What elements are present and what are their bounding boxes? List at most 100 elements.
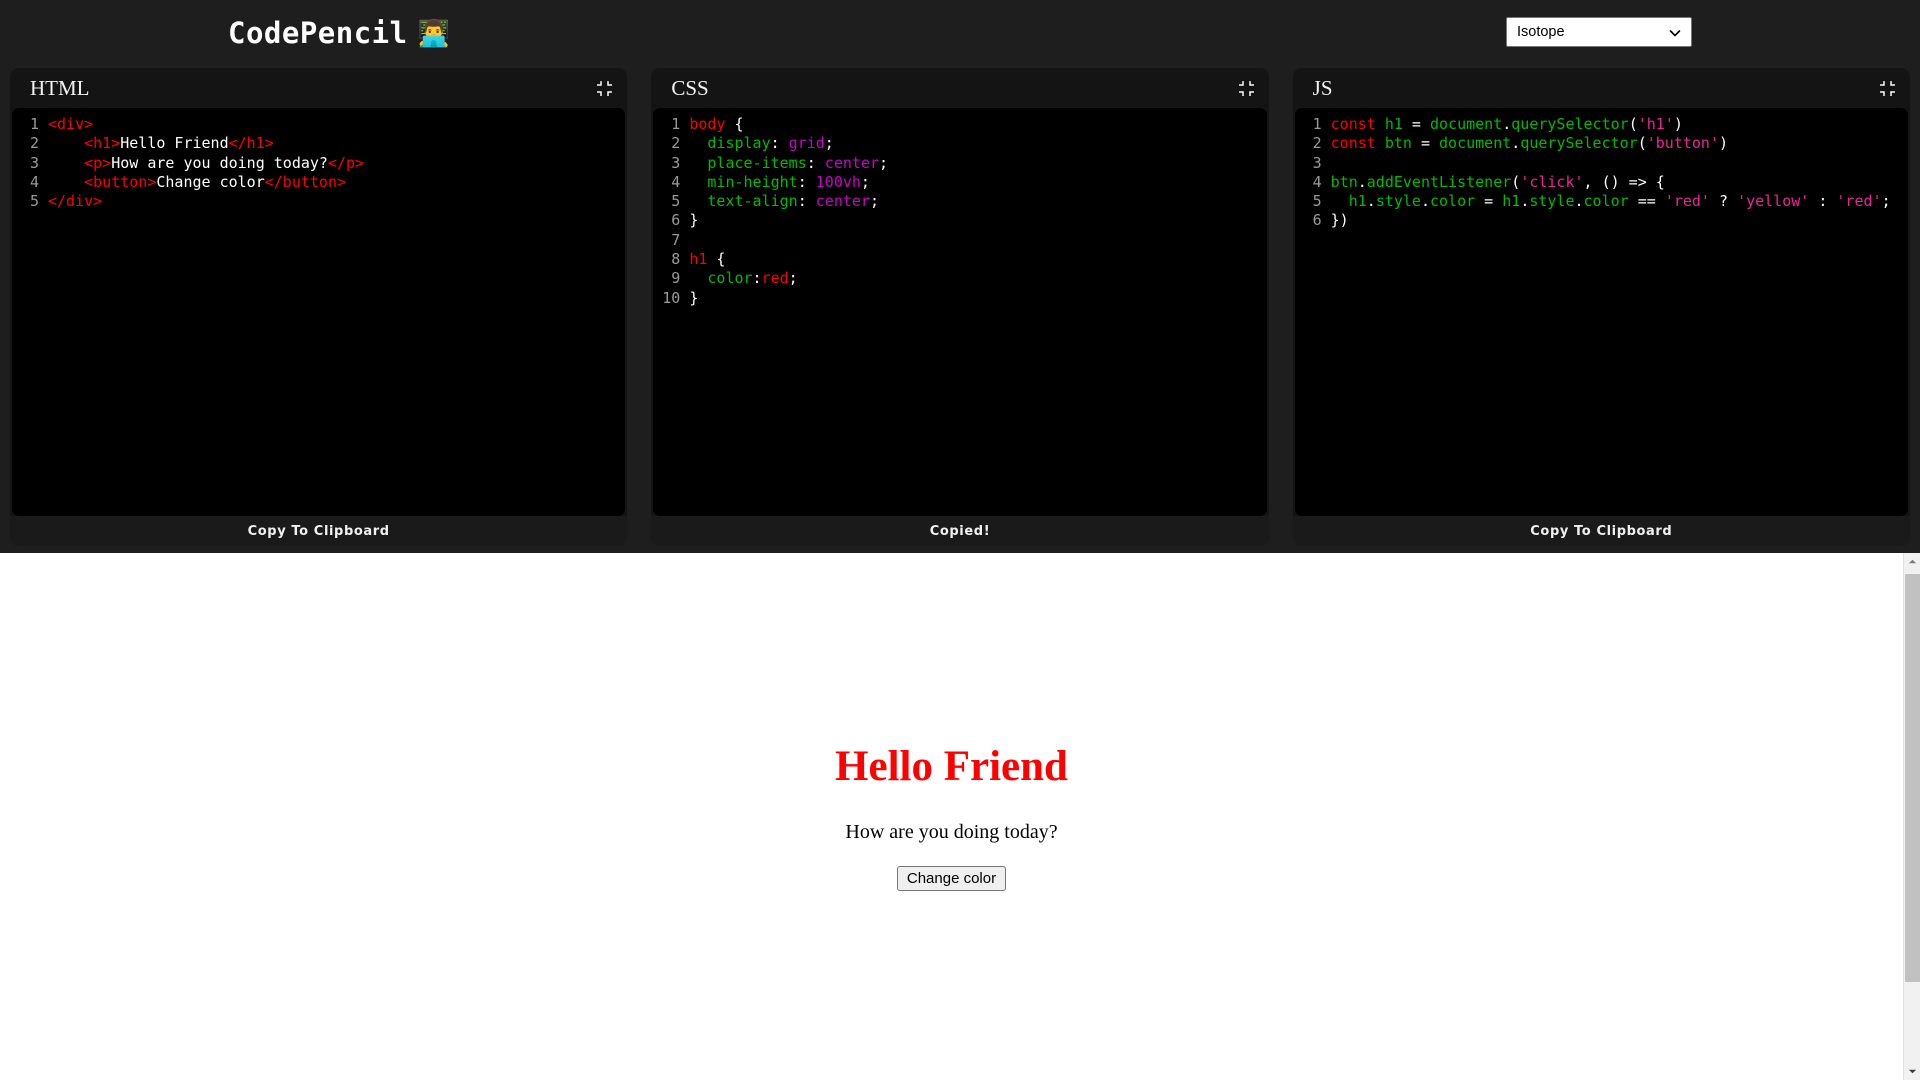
line-content: btn.addEventListener('click', () => { xyxy=(1331,173,1665,192)
line-number: 10 xyxy=(662,288,681,307)
panel-header-html: HTML xyxy=(10,68,628,108)
preview-heading: Hello Friend xyxy=(835,743,1068,790)
line-number: 3 xyxy=(1312,153,1322,172)
code-token: h1 xyxy=(689,250,708,269)
code-token: </h1> xyxy=(228,134,274,153)
code-editor-js[interactable]: 1 const h1 = document.querySelector('h1')… xyxy=(1294,108,1908,516)
panel-title-html: HTML xyxy=(30,75,90,100)
code-line: 8 h1 { xyxy=(653,250,1266,269)
line-content: const btn = document.querySelector('butt… xyxy=(1331,134,1728,153)
editor-panels: HTML 1 <div> 2 <h1>Hello Friend</h1> 3 <p>Ho… xyxy=(0,68,1920,546)
line-content: </div> xyxy=(48,192,102,211)
copy-button-label: Copied! xyxy=(929,523,991,539)
triangle-up-icon[interactable] xyxy=(1904,553,1920,570)
line-number: 6 xyxy=(1312,211,1322,230)
code-token: ( xyxy=(1637,134,1647,153)
line-number: 1 xyxy=(1312,115,1322,133)
panel-css: CSS 1 body {2 display: grid; 3 place-items:… xyxy=(651,68,1269,546)
code-token: Hello Friend xyxy=(120,134,229,153)
code-line: 4 min-height: 100vh; xyxy=(653,173,1266,192)
code-token: text-align xyxy=(707,192,798,211)
theme-select-wrapper: Isotope xyxy=(1506,17,1692,47)
code-token: </div> xyxy=(48,192,103,211)
code-token: ; xyxy=(860,172,870,191)
code-line: 4 <button>Change color</button> xyxy=(12,173,625,192)
scrollbar-thumb[interactable] xyxy=(1905,574,1920,982)
code-line: 4 btn.addEventListener('click', () => { xyxy=(1295,173,1908,192)
line-content: } xyxy=(689,289,698,308)
app-title: CodePencil xyxy=(228,16,408,50)
copy-button-js[interactable]: Copy To Clipboard xyxy=(1292,516,1910,546)
line-number: 8 xyxy=(671,250,681,269)
line-content: <h1>Hello Friend</h1> xyxy=(48,134,274,153)
change-color-button[interactable]: Change color xyxy=(896,866,1007,891)
code-line: 2 <h1>Hello Friend</h1> xyxy=(12,134,625,153)
line-content: h1.style.color = h1.style.color == 'red'… xyxy=(1331,192,1891,211)
code-token: 'click' xyxy=(1520,172,1584,191)
app-header: CodePencil 👨‍💻 Isotope xyxy=(0,0,1920,68)
code-token: , () => { xyxy=(1583,172,1665,191)
code-token: </button> xyxy=(264,172,347,191)
code-token: ( xyxy=(1628,115,1638,133)
code-token: grid xyxy=(788,134,825,153)
code-token: center xyxy=(824,153,879,172)
line-number: 2 xyxy=(29,134,39,153)
preview-paragraph: How are you doing today? xyxy=(845,821,1058,843)
code-lines-js: 1 const h1 = document.querySelector('h1')… xyxy=(1295,115,1908,231)
line-content: h1 { xyxy=(689,250,725,269)
compress-icon-css[interactable] xyxy=(1238,80,1255,97)
brand: CodePencil 👨‍💻 xyxy=(228,16,450,50)
code-token: ; xyxy=(788,269,798,288)
code-token: { xyxy=(725,115,744,133)
code-line: 9 color:red; xyxy=(653,269,1266,288)
code-token: ; xyxy=(824,134,834,153)
code-token: <button> xyxy=(84,172,157,191)
code-token: ; xyxy=(869,192,879,211)
panel-js: JS 1 const h1 = document.querySelector('h1… xyxy=(1292,68,1910,546)
panel-html: HTML 1 <div> 2 <h1>Hello Friend</h1> 3 <p>Ho… xyxy=(10,68,628,546)
code-editor-html[interactable]: 1 <div> 2 <h1>Hello Friend</h1> 3 <p>How ar… xyxy=(12,108,626,516)
code-token: h1 xyxy=(1502,192,1521,211)
code-token: : xyxy=(797,192,816,211)
line-number: 2 xyxy=(1312,134,1322,153)
copy-button-html[interactable]: Copy To Clipboard xyxy=(10,516,628,546)
code-token: == xyxy=(1628,192,1665,211)
line-number: 1 xyxy=(29,115,39,133)
code-line: 5 </div> xyxy=(12,192,625,211)
code-token: center xyxy=(815,192,870,211)
line-content: place-items: center; xyxy=(689,154,888,173)
code-editor-css[interactable]: 1 body {2 display: grid; 3 place-items: ce… xyxy=(653,108,1267,516)
triangle-down-icon[interactable] xyxy=(1904,1063,1920,1080)
code-token: ? xyxy=(1709,192,1738,211)
code-token: document xyxy=(1439,134,1512,153)
code-token: style xyxy=(1529,192,1575,211)
line-number: 7 xyxy=(671,230,681,249)
line-number: 5 xyxy=(671,192,681,211)
code-token: const xyxy=(1330,134,1376,153)
code-line: 2 const btn = document.querySelector('but… xyxy=(1295,134,1908,153)
line-content: } xyxy=(689,211,698,230)
copy-button-css[interactable]: Copied! xyxy=(651,516,1269,546)
code-token: place-items xyxy=(707,153,807,172)
code-token: 'red' xyxy=(1664,192,1710,211)
code-token: red xyxy=(761,269,789,288)
page-scrollbar[interactable] xyxy=(1903,553,1920,1080)
compress-icon-html[interactable] xyxy=(596,80,613,97)
code-line: 3 <p>How are you doing today?</p> xyxy=(12,154,625,173)
code-token: h1 xyxy=(1348,192,1367,211)
code-token: color xyxy=(707,269,753,288)
compress-icon-js[interactable] xyxy=(1879,80,1896,97)
code-token: ; xyxy=(1881,192,1891,211)
code-token: body xyxy=(689,115,726,133)
theme-select[interactable]: Isotope xyxy=(1506,17,1692,47)
preview-area: Hello Friend How are you doing today? Ch… xyxy=(0,553,1920,1080)
code-token: </p> xyxy=(327,153,365,172)
line-number: 4 xyxy=(29,172,39,191)
code-token: = xyxy=(1411,134,1440,153)
